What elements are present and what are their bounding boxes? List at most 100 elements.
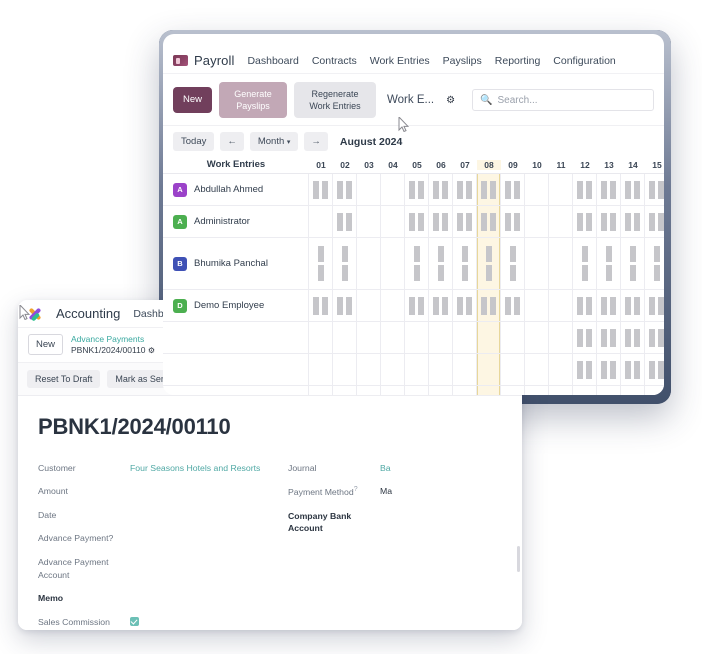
- arrow-right-icon[interactable]: →: [304, 132, 328, 152]
- work-entry-cell[interactable]: [381, 386, 405, 395]
- work-entry-cell[interactable]: [501, 386, 525, 395]
- work-entry-cell[interactable]: [381, 174, 405, 206]
- gear-icon[interactable]: ⚙: [148, 346, 155, 355]
- work-entry-cell[interactable]: [501, 206, 525, 238]
- work-entry-cell[interactable]: [381, 238, 405, 290]
- grid-day-header-12[interactable]: 12: [573, 160, 597, 170]
- work-entry-cell[interactable]: [549, 290, 573, 322]
- work-entry-cell[interactable]: [453, 290, 477, 322]
- work-entry-cell[interactable]: [405, 206, 429, 238]
- grid-day-header-14[interactable]: 14: [621, 160, 645, 170]
- work-entry-cell[interactable]: [525, 174, 549, 206]
- work-entry-cell[interactable]: [333, 354, 357, 386]
- work-entry-cell[interactable]: [597, 174, 621, 206]
- work-entry-cell[interactable]: [621, 322, 645, 354]
- work-entry-cell[interactable]: [333, 206, 357, 238]
- payroll-menu-contracts[interactable]: Contracts: [312, 55, 357, 67]
- work-entry-cell[interactable]: [333, 386, 357, 395]
- field-value[interactable]: Four Seasons Hotels and Resorts: [130, 462, 260, 475]
- today-button[interactable]: Today: [173, 132, 215, 152]
- gear-icon[interactable]: ⚙: [446, 95, 455, 106]
- generate-payslips-button[interactable]: Generate Payslips: [219, 82, 288, 119]
- work-entry-cell[interactable]: [333, 238, 357, 290]
- work-entry-cell[interactable]: [357, 206, 381, 238]
- work-entry-cell[interactable]: [453, 386, 477, 395]
- work-entry-cell[interactable]: [549, 174, 573, 206]
- work-entry-cell[interactable]: [645, 354, 664, 385]
- work-entry-cell[interactable]: [573, 354, 597, 386]
- work-entry-cell[interactable]: [645, 386, 664, 395]
- checkbox[interactable]: [130, 616, 139, 626]
- payroll-breadcrumb[interactable]: Work E...: [387, 94, 434, 106]
- work-entry-cell[interactable]: [429, 322, 453, 354]
- work-entry-cell[interactable]: [645, 290, 664, 321]
- work-entry-cell[interactable]: [429, 206, 453, 238]
- work-entry-cell[interactable]: [597, 290, 621, 322]
- work-entry-cell[interactable]: [405, 354, 429, 386]
- work-entry-cell[interactable]: [525, 322, 549, 354]
- work-entry-cell[interactable]: [501, 290, 525, 322]
- work-entry-cell[interactable]: [477, 206, 501, 238]
- work-entry-cell[interactable]: [621, 206, 645, 238]
- work-entry-cell[interactable]: [645, 238, 664, 289]
- work-entry-cell[interactable]: [405, 174, 429, 206]
- work-entry-cell[interactable]: [549, 322, 573, 354]
- work-entry-cell[interactable]: [357, 386, 381, 395]
- grid-day-header-08[interactable]: 08: [477, 159, 501, 170]
- work-entry-cell[interactable]: [429, 290, 453, 322]
- work-entry-cell[interactable]: [381, 206, 405, 238]
- work-entry-cell[interactable]: [309, 238, 333, 290]
- work-entry-cell[interactable]: [645, 174, 664, 205]
- new-button[interactable]: New: [173, 86, 213, 114]
- grid-day-header-11[interactable]: 11: [549, 160, 573, 170]
- work-entry-cell[interactable]: [405, 322, 429, 354]
- work-entry-cell[interactable]: [573, 386, 597, 395]
- work-entry-cell[interactable]: [597, 354, 621, 386]
- work-entry-cell[interactable]: [573, 174, 597, 206]
- work-entry-cell[interactable]: [573, 322, 597, 354]
- work-entry-cell[interactable]: [549, 238, 573, 290]
- reset-to-draft-button[interactable]: Reset To Draft: [27, 369, 101, 388]
- help-icon[interactable]: ?: [354, 486, 358, 493]
- work-entry-cell[interactable]: [477, 290, 501, 322]
- work-entry-cell[interactable]: [621, 354, 645, 386]
- work-entry-cell[interactable]: [597, 206, 621, 238]
- work-entry-cell[interactable]: [357, 290, 381, 322]
- table-row[interactable]: A Abdullah Ahmed: [163, 174, 664, 207]
- work-entry-cell[interactable]: [645, 206, 664, 237]
- payroll-menu-work-entries[interactable]: Work Entries: [370, 55, 430, 67]
- grid-day-header-13[interactable]: 13: [597, 160, 621, 170]
- work-entry-cell[interactable]: [453, 238, 477, 290]
- work-entry-cell[interactable]: [309, 290, 333, 322]
- work-entry-cell[interactable]: [501, 322, 525, 354]
- work-entry-cell[interactable]: [357, 174, 381, 206]
- work-entry-cell[interactable]: [525, 386, 549, 395]
- table-row[interactable]: D Demo Employee: [163, 290, 664, 323]
- work-entry-cell[interactable]: [309, 206, 333, 238]
- table-row[interactable]: A Administrator: [163, 206, 664, 239]
- payroll-brand[interactable]: Payroll: [173, 53, 234, 68]
- work-entry-cell[interactable]: [453, 206, 477, 238]
- work-entry-cell[interactable]: [309, 354, 333, 386]
- work-entry-cell[interactable]: [597, 238, 621, 290]
- accounting-new-button[interactable]: New: [28, 334, 64, 356]
- work-entry-cell[interactable]: [309, 386, 333, 395]
- work-entry-cell[interactable]: [525, 354, 549, 386]
- work-entry-cell[interactable]: [453, 354, 477, 386]
- work-entry-cell[interactable]: [405, 386, 429, 395]
- work-entry-cell[interactable]: [645, 322, 664, 353]
- work-entry-cell[interactable]: [549, 354, 573, 386]
- work-entry-cell[interactable]: [357, 238, 381, 290]
- work-entry-cell[interactable]: [333, 174, 357, 206]
- work-entry-cell[interactable]: [549, 386, 573, 395]
- work-entry-cell[interactable]: [429, 174, 453, 206]
- grid-day-header-10[interactable]: 10: [525, 160, 549, 170]
- work-entry-cell[interactable]: [621, 290, 645, 322]
- work-entry-cell[interactable]: [549, 206, 573, 238]
- grid-day-header-09[interactable]: 09: [501, 160, 525, 170]
- work-entry-cell[interactable]: [429, 386, 453, 395]
- work-entry-cell[interactable]: [477, 354, 501, 386]
- month-scale-dropdown[interactable]: Month ▾: [249, 132, 299, 152]
- work-entry-cell[interactable]: [573, 206, 597, 238]
- work-entry-cell[interactable]: [573, 290, 597, 322]
